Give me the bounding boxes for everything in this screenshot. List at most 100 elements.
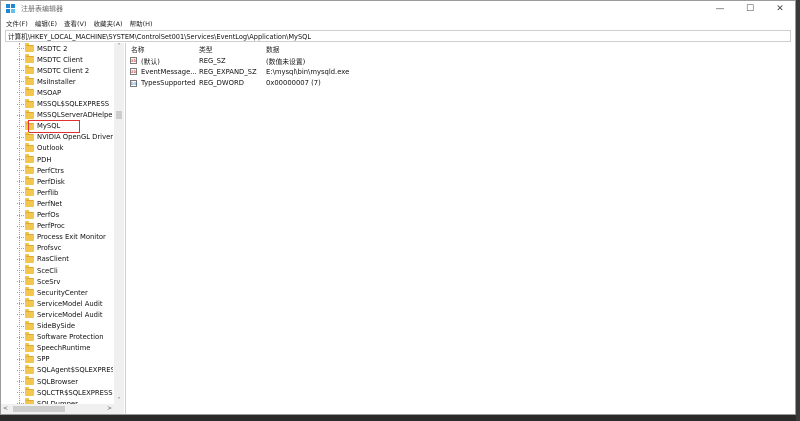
folder-icon [25, 287, 34, 297]
tree-item[interactable]: PDH [17, 154, 113, 165]
folder-icon [25, 109, 34, 119]
folder-icon [25, 187, 34, 197]
column-header-name[interactable]: 名称 [131, 44, 145, 54]
tree-item[interactable]: PerfOs [17, 209, 113, 221]
tree-item-label: MSDTC Client 2 [37, 66, 90, 75]
tree-item[interactable]: MSDTC 2 [17, 43, 113, 54]
tree-item[interactable]: MsiInstaller [17, 76, 113, 87]
value-type: REG_EXPAND_SZ [199, 67, 257, 76]
column-header-type[interactable]: 类型 [199, 44, 213, 54]
value-data: E:\mysql\bin\mysqld.exe [266, 67, 350, 76]
tree-item[interactable]: SQLCTR$SQLEXPRESS [17, 387, 113, 398]
tree-item[interactable]: SceCli [17, 265, 113, 276]
tree-item[interactable]: SQLAgent$SQLEXPRESS [17, 364, 113, 376]
tree-item[interactable]: NVIDIA OpenGL Driver [17, 131, 113, 143]
tree-item[interactable]: SideBySide [17, 320, 113, 332]
tree-item-label: Software Protection [37, 333, 104, 342]
tree-item-label: NVIDIA OpenGL Driver [37, 133, 113, 142]
tree-item-label: PDH [37, 155, 52, 164]
values-list: 名称 类型 数据 ab (默认) REG_SZ (数值未设置) ab EventMessa… [126, 43, 795, 414]
tree-item-label: ServiceModel Audit [37, 310, 103, 319]
tree-connector [17, 147, 24, 149]
minimize-button[interactable]: — [705, 1, 735, 16]
tree-item[interactable]: MSSQL$SQLEXPRESS [17, 98, 113, 110]
tree-connector [17, 136, 24, 138]
tree-item[interactable]: PerfProc [17, 220, 113, 232]
folder-icon [25, 165, 34, 175]
tree-item[interactable]: Software Protection [17, 331, 113, 343]
expand-icon[interactable] [18, 123, 23, 128]
title-bar[interactable]: 注册表编辑器 — ☐ ✕ [1, 1, 795, 16]
tree-connector [17, 192, 24, 194]
tree-hscroll-thumb[interactable] [13, 406, 65, 412]
scroll-right-icon[interactable]: > [107, 405, 112, 412]
folder-icon [25, 231, 34, 241]
value-name: EventMessage... [141, 67, 197, 76]
folder-icon [25, 65, 34, 75]
tree-item-label: SPP [37, 355, 50, 364]
regedit-app-icon [6, 4, 15, 13]
tree-item[interactable]: SceSrv [17, 276, 113, 287]
column-header-data[interactable]: 数据 [266, 44, 280, 54]
folder-icon [25, 198, 34, 208]
menu-view[interactable]: 查看(V) [64, 18, 87, 28]
tree-item[interactable]: Perflib [17, 187, 113, 198]
folder-icon [25, 298, 34, 308]
tree-item-label: MSOAP [37, 88, 62, 97]
tree-item[interactable]: Outlook [17, 142, 113, 154]
tree-connector [17, 358, 24, 360]
tree-item[interactable]: SecurityCenter [17, 287, 113, 298]
tree-item[interactable]: Profsvc [17, 242, 113, 254]
folder-icon [25, 176, 34, 186]
tree-item-label: Perflib [37, 188, 59, 197]
folder-icon [25, 209, 34, 219]
tree-connector [17, 392, 24, 394]
tree-item[interactable]: RasClient [17, 253, 113, 265]
tree-item[interactable]: ServiceModel Audit [17, 298, 113, 309]
value-row[interactable]: bin TypesSupported REG_DWORD 0x00000007 (7) [130, 78, 430, 89]
folder-icon [25, 309, 34, 319]
list-header: 名称 类型 数据 [126, 43, 795, 54]
scroll-left-icon[interactable]: < [3, 405, 8, 412]
address-bar[interactable]: 计算机\HKEY_LOCAL_MACHINE\SYSTEM\ControlSet… [5, 30, 791, 42]
tree-item[interactable]: MSDTC Client [17, 54, 113, 65]
tree-item[interactable]: SpeechRuntime [17, 342, 113, 354]
value-row[interactable]: ab (默认) REG_SZ (数值未设置) [130, 55, 430, 66]
value-row[interactable]: ab EventMessage... REG_EXPAND_SZ E:\mysql\b… [130, 66, 430, 77]
tree-connector [17, 270, 24, 271]
tree-item[interactable]: MSDTC Client 2 [17, 65, 113, 76]
tree-vertical-scrollbar[interactable]: ˄ ˅ [114, 43, 124, 414]
close-button[interactable]: ✕ [765, 1, 795, 16]
close-icon: ✕ [776, 3, 784, 14]
tree-horizontal-scrollbar[interactable]: < > [1, 404, 114, 414]
scroll-up-icon[interactable]: ˄ [114, 43, 124, 50]
tree-item-label: Outlook [37, 144, 64, 153]
menu-bar: 文件(F) 编辑(E) 查看(V) 收藏夹(A) 帮助(H) [1, 16, 795, 29]
minimize-icon: — [715, 3, 725, 14]
menu-file[interactable]: 文件(F) [6, 18, 28, 28]
tree-item[interactable]: PerfNet [17, 198, 113, 209]
tree-item[interactable]: SPP [17, 353, 113, 365]
tree-item-label: MSSQL$SQLEXPRESS [37, 100, 110, 108]
tree-item[interactable]: ServiceModel Audit [17, 309, 113, 320]
tree-connector [17, 159, 24, 160]
selected-key-highlight [28, 119, 80, 133]
tree-item-label: PerfDisk [37, 177, 65, 186]
tree-item[interactable]: PerfCtrs [17, 165, 113, 176]
menu-favorites[interactable]: 收藏夹(A) [94, 18, 123, 28]
tree-item[interactable]: Process Exit Monitor [17, 231, 113, 243]
menu-help[interactable]: 帮助(H) [130, 18, 153, 28]
tree-connector [17, 114, 24, 116]
registry-editor-window: 注册表编辑器 — ☐ ✕ 文件(F) 编辑(E) 查看(V) 收藏夹(A) 帮助… [0, 0, 796, 415]
registry-tree: MSDTC 2 MSDTC Client MSDTC Client 2 MsiInst… [1, 43, 126, 414]
folder-icon [25, 364, 34, 374]
tree-vscroll-thumb[interactable] [116, 111, 122, 119]
scroll-down-icon[interactable]: ˅ [114, 397, 124, 404]
menu-edit[interactable]: 编辑(E) [35, 18, 57, 28]
tree-item[interactable]: PerfDisk [17, 176, 113, 187]
tree-item[interactable]: MSOAP [17, 87, 113, 98]
maximize-button[interactable]: ☐ [735, 1, 765, 16]
tree-connector [17, 303, 24, 305]
desktop-edge [796, 0, 800, 421]
tree-item[interactable]: SQLBrowser [17, 376, 113, 387]
